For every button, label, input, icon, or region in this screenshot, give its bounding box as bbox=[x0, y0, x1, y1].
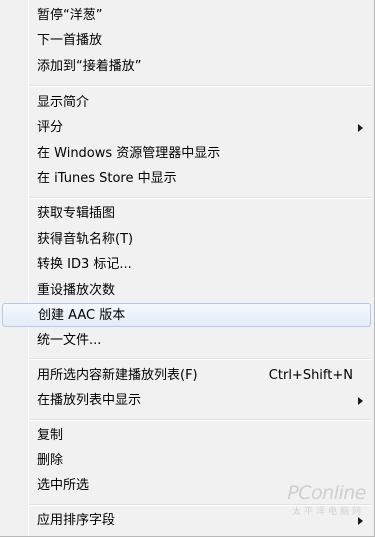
menu-separator bbox=[30, 85, 371, 87]
menu-item-label: 选中所选 bbox=[37, 478, 90, 493]
menu-item-label: 添加到“接着播放” bbox=[37, 59, 142, 74]
menu-item-get-album-artwork[interactable]: 获取专辑插图 bbox=[2, 202, 371, 226]
menu-item-label: 获得音轨名称(T) bbox=[37, 232, 134, 247]
menu-item-add-to-up-next[interactable]: 添加到“接着播放” bbox=[2, 55, 371, 79]
menu-item-apply-sort-field[interactable]: 应用排序字段 bbox=[2, 509, 371, 533]
menu-separator bbox=[30, 419, 371, 421]
menu-item-play-next[interactable]: 下一首播放 bbox=[2, 29, 371, 53]
menu-item-delete[interactable]: 删除 bbox=[2, 449, 371, 473]
menu-item-get-track-names[interactable]: 获得音轨名称(T) bbox=[2, 228, 371, 252]
menu-separator bbox=[30, 358, 371, 360]
menu-item-reset-plays[interactable]: 重设播放次数 bbox=[2, 279, 371, 303]
menu-item-label: 重设播放次数 bbox=[37, 283, 116, 298]
menu-item-label: 显示简介 bbox=[37, 95, 90, 110]
menu-item-consolidate-files[interactable]: 统一文件... bbox=[2, 329, 371, 353]
menu-item-show-in-itunes-store[interactable]: 在 iTunes Store 中显示 bbox=[2, 167, 371, 191]
menu-item-new-playlist-from-selection[interactable]: 用所选内容新建播放列表(F) Ctrl+Shift+N bbox=[2, 364, 371, 388]
submenu-arrow-icon bbox=[358, 124, 363, 132]
menu-separator bbox=[30, 504, 371, 506]
menu-item-convert-id3-tags[interactable]: 转换 ID3 标记... bbox=[2, 253, 371, 277]
menu-item-label: 暂停“洋葱” bbox=[37, 8, 103, 23]
menu-item-label: 删除 bbox=[37, 453, 64, 468]
menu-item-label: 创建 AAC 版本 bbox=[38, 308, 126, 323]
menu-item-create-aac-version[interactable]: 创建 AAC 版本 bbox=[2, 303, 371, 327]
menu-item-label: 统一文件... bbox=[37, 333, 102, 348]
submenu-arrow-icon bbox=[358, 397, 363, 405]
menu-item-label: 复制 bbox=[37, 428, 64, 443]
menu-item-show-in-playlist[interactable]: 在播放列表中显示 bbox=[2, 389, 371, 413]
menu-item-label: 在 Windows 资源管理器中显示 bbox=[37, 146, 221, 161]
menu-item-label: 在播放列表中显示 bbox=[37, 393, 142, 408]
menu-item-copy[interactable]: 复制 bbox=[2, 424, 371, 448]
submenu-arrow-icon bbox=[358, 517, 363, 525]
menu-item-label: 获取专辑插图 bbox=[37, 206, 116, 221]
menu-separator bbox=[30, 197, 371, 199]
menu-item-check-selection[interactable]: 选中所选 bbox=[2, 474, 371, 498]
menu-item-label: 评分 bbox=[37, 120, 64, 135]
menu-item-label: 应用排序字段 bbox=[37, 513, 116, 528]
context-menu: 暂停“洋葱” 下一首播放 添加到“接着播放” 显示简介 评分 在 Windows… bbox=[0, 0, 375, 537]
menu-item-label: 转换 ID3 标记... bbox=[37, 257, 132, 272]
menu-item-label: 下一首播放 bbox=[37, 33, 103, 48]
menu-item-label: 在 iTunes Store 中显示 bbox=[37, 171, 177, 186]
menu-item-show-in-explorer[interactable]: 在 Windows 资源管理器中显示 bbox=[2, 142, 371, 166]
menu-item-rating[interactable]: 评分 bbox=[2, 116, 371, 140]
menu-item-pause[interactable]: 暂停“洋葱” bbox=[2, 4, 371, 28]
menu-item-get-info[interactable]: 显示简介 bbox=[2, 91, 371, 115]
menu-item-shortcut: Ctrl+Shift+N bbox=[268, 368, 353, 383]
menu-item-label: 用所选内容新建播放列表(F) bbox=[37, 368, 198, 383]
